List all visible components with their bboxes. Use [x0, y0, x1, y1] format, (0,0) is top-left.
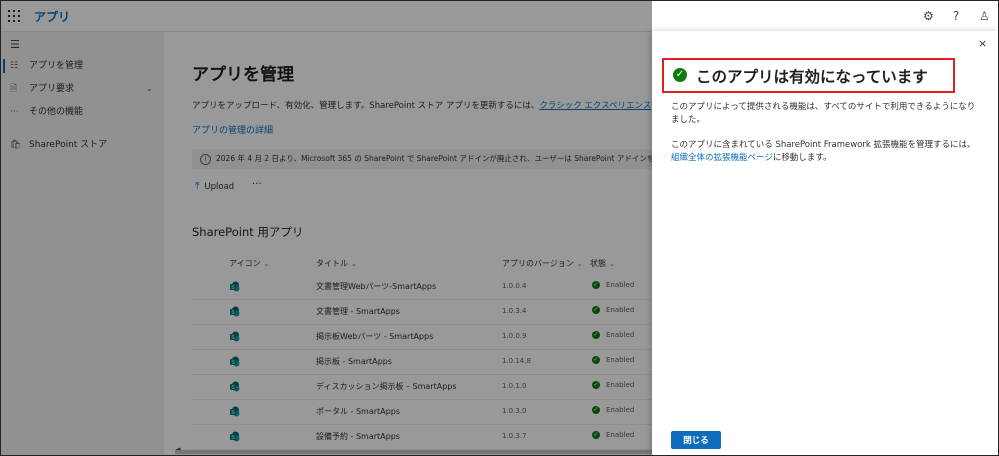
check-circle-icon: ✓	[673, 68, 687, 82]
app-enabled-panel: × ✓ このアプリは有効になっています このアプリによって提供される機能は、すべ…	[652, 31, 998, 455]
close-icon[interactable]: ×	[978, 37, 987, 50]
help-icon[interactable]: ?	[953, 8, 959, 24]
modal-overlay[interactable]	[1, 1, 652, 455]
account-icon[interactable]: ♙	[979, 8, 990, 24]
app-window: アプリ ⚙ ? ♙ ☰ ☷ アプリを管理 🗎 アプリ要求 ⌄ ··· その他の機…	[0, 0, 999, 456]
org-extensions-link[interactable]: 組織全体の拡張機能ページ	[671, 153, 773, 163]
panel-extension-message: このアプリに含まれている SharePoint Framework 拡張機能を管…	[671, 140, 976, 163]
close-button[interactable]: 閉じる	[671, 431, 721, 449]
panel-title: このアプリは有効になっています	[696, 68, 928, 86]
panel-header-highlight: ✓ このアプリは有効になっています	[662, 58, 955, 93]
settings-icon[interactable]: ⚙	[923, 8, 934, 24]
panel-message: このアプリによって提供される機能は、すべてのサイトで利用できるようになりました。	[671, 102, 976, 125]
